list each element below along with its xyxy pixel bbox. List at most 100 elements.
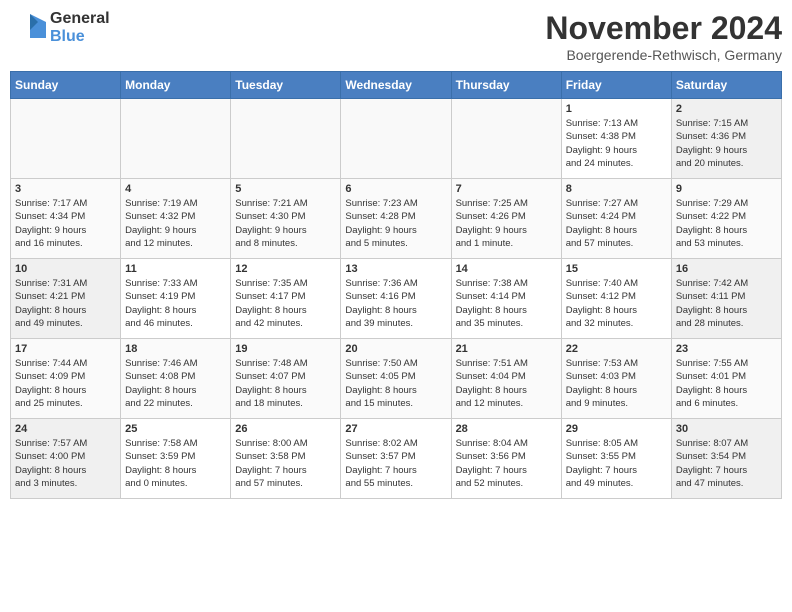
- day-number: 25: [125, 423, 226, 435]
- day-number: 23: [676, 343, 777, 355]
- week-row-3: 10Sunrise: 7:31 AM Sunset: 4:21 PM Dayli…: [11, 259, 782, 339]
- header-monday: Monday: [121, 72, 231, 99]
- day-info: Sunrise: 7:33 AM Sunset: 4:19 PM Dayligh…: [125, 277, 226, 330]
- day-number: 30: [676, 423, 777, 435]
- day-number: 6: [345, 183, 446, 195]
- day-number: 28: [456, 423, 557, 435]
- day-info: Sunrise: 7:19 AM Sunset: 4:32 PM Dayligh…: [125, 197, 226, 250]
- month-title: November 2024: [545, 10, 782, 47]
- day-info: Sunrise: 7:40 AM Sunset: 4:12 PM Dayligh…: [566, 277, 667, 330]
- calendar-cell: 21 Sunrise: 7:51 AM Sunset: 4:04 PM Dayli…: [451, 339, 561, 419]
- day-info: Sunrise: 7:44 AM Sunset: 4:09 PM Dayligh…: [15, 357, 116, 410]
- calendar-table: SundayMondayTuesdayWednesdayThursdayFrid…: [10, 71, 782, 499]
- header-row: SundayMondayTuesdayWednesdayThursdayFrid…: [11, 72, 782, 99]
- calendar-cell: [11, 99, 121, 179]
- day-number: 21: [456, 343, 557, 355]
- calendar-cell: 26 Sunrise: 8:00 AM Sunset: 3:58 PM Dayli…: [231, 419, 341, 499]
- calendar-cell: 27 Sunrise: 8:02 AM Sunset: 3:57 PM Dayli…: [341, 419, 451, 499]
- day-info: Sunrise: 8:00 AM Sunset: 3:58 PM Dayligh…: [235, 437, 336, 490]
- calendar-cell: 18Sunrise: 7:46 AM Sunset: 4:08 PM Dayli…: [121, 339, 231, 419]
- logo-general-text: General: [50, 10, 110, 28]
- day-info: Sunrise: 7:13 AM Sunset: 4:38 PM Dayligh…: [566, 117, 667, 170]
- day-number: 11: [125, 263, 226, 275]
- calendar-cell: [121, 99, 231, 179]
- day-number: 13: [345, 263, 446, 275]
- calendar-cell: 10Sunrise: 7:31 AM Sunset: 4:21 PM Dayli…: [11, 259, 121, 339]
- day-info: Sunrise: 7:17 AM Sunset: 4:34 PM Dayligh…: [15, 197, 116, 250]
- day-info: Sunrise: 7:51 AM Sunset: 4:04 PM Dayligh…: [456, 357, 557, 410]
- day-info: Sunrise: 7:55 AM Sunset: 4:01 PM Dayligh…: [676, 357, 777, 410]
- day-info: Sunrise: 7:29 AM Sunset: 4:22 PM Dayligh…: [676, 197, 777, 250]
- day-info: Sunrise: 7:23 AM Sunset: 4:28 PM Dayligh…: [345, 197, 446, 250]
- day-info: Sunrise: 7:58 AM Sunset: 3:59 PM Dayligh…: [125, 437, 226, 490]
- calendar-cell: 9 Sunrise: 7:29 AM Sunset: 4:22 PM Daylig…: [671, 179, 781, 259]
- calendar-cell: 17 Sunrise: 7:44 AM Sunset: 4:09 PM Dayli…: [11, 339, 121, 419]
- day-number: 29: [566, 423, 667, 435]
- calendar-cell: 8 Sunrise: 7:27 AM Sunset: 4:24 PM Daylig…: [561, 179, 671, 259]
- calendar-cell: 6 Sunrise: 7:23 AM Sunset: 4:28 PM Daylig…: [341, 179, 451, 259]
- header-sunday: Sunday: [11, 72, 121, 99]
- day-info: Sunrise: 8:05 AM Sunset: 3:55 PM Dayligh…: [566, 437, 667, 490]
- day-info: Sunrise: 7:38 AM Sunset: 4:14 PM Dayligh…: [456, 277, 557, 330]
- day-info: Sunrise: 7:27 AM Sunset: 4:24 PM Dayligh…: [566, 197, 667, 250]
- location-title: Boergerende-Rethwisch, Germany: [545, 47, 782, 63]
- day-number: 20: [345, 343, 446, 355]
- header: General Blue November 2024 Boergerende-R…: [10, 10, 782, 63]
- calendar-cell: 14 Sunrise: 7:38 AM Sunset: 4:14 PM Dayli…: [451, 259, 561, 339]
- day-number: 15: [566, 263, 667, 275]
- week-row-4: 17 Sunrise: 7:44 AM Sunset: 4:09 PM Dayli…: [11, 339, 782, 419]
- calendar-cell: 2 Sunrise: 7:15 AM Sunset: 4:36 PM Daylig…: [671, 99, 781, 179]
- calendar-cell: 19Sunrise: 7:48 AM Sunset: 4:07 PM Dayli…: [231, 339, 341, 419]
- calendar-cell: 24Sunrise: 7:57 AM Sunset: 4:00 PM Dayli…: [11, 419, 121, 499]
- calendar-cell: [231, 99, 341, 179]
- day-info: Sunrise: 7:53 AM Sunset: 4:03 PM Dayligh…: [566, 357, 667, 410]
- day-number: 10: [15, 263, 116, 275]
- day-number: 3: [15, 183, 116, 195]
- calendar-cell: 22Sunrise: 7:53 AM Sunset: 4:03 PM Dayli…: [561, 339, 671, 419]
- calendar-cell: 29 Sunrise: 8:05 AM Sunset: 3:55 PM Dayli…: [561, 419, 671, 499]
- day-info: Sunrise: 7:57 AM Sunset: 4:00 PM Dayligh…: [15, 437, 116, 490]
- calendar-cell: 25 Sunrise: 7:58 AM Sunset: 3:59 PM Dayli…: [121, 419, 231, 499]
- calendar-cell: 30Sunrise: 8:07 AM Sunset: 3:54 PM Dayli…: [671, 419, 781, 499]
- calendar-cell: 15 Sunrise: 7:40 AM Sunset: 4:12 PM Dayli…: [561, 259, 671, 339]
- logo-text: General Blue: [50, 10, 110, 45]
- calendar-cell: 12Sunrise: 7:35 AM Sunset: 4:17 PM Dayli…: [231, 259, 341, 339]
- calendar-cell: 7Sunrise: 7:25 AM Sunset: 4:26 PM Daylig…: [451, 179, 561, 259]
- day-number: 18: [125, 343, 226, 355]
- header-wednesday: Wednesday: [341, 72, 451, 99]
- day-info: Sunrise: 7:50 AM Sunset: 4:05 PM Dayligh…: [345, 357, 446, 410]
- calendar-cell: 11 Sunrise: 7:33 AM Sunset: 4:19 PM Dayli…: [121, 259, 231, 339]
- day-number: 26: [235, 423, 336, 435]
- day-number: 1: [566, 103, 667, 115]
- day-number: 27: [345, 423, 446, 435]
- day-number: 9: [676, 183, 777, 195]
- day-info: Sunrise: 7:21 AM Sunset: 4:30 PM Dayligh…: [235, 197, 336, 250]
- calendar-cell: 16Sunrise: 7:42 AM Sunset: 4:11 PM Dayli…: [671, 259, 781, 339]
- week-row-1: 1 Sunrise: 7:13 AM Sunset: 4:38 PM Daylig…: [11, 99, 782, 179]
- day-number: 17: [15, 343, 116, 355]
- calendar-cell: 23 Sunrise: 7:55 AM Sunset: 4:01 PM Dayli…: [671, 339, 781, 419]
- header-saturday: Saturday: [671, 72, 781, 99]
- header-tuesday: Tuesday: [231, 72, 341, 99]
- week-row-5: 24Sunrise: 7:57 AM Sunset: 4:00 PM Dayli…: [11, 419, 782, 499]
- day-info: Sunrise: 7:15 AM Sunset: 4:36 PM Dayligh…: [676, 117, 777, 170]
- day-number: 8: [566, 183, 667, 195]
- day-number: 2: [676, 103, 777, 115]
- header-thursday: Thursday: [451, 72, 561, 99]
- calendar-cell: [341, 99, 451, 179]
- day-number: 12: [235, 263, 336, 275]
- day-number: 5: [235, 183, 336, 195]
- day-info: Sunrise: 8:04 AM Sunset: 3:56 PM Dayligh…: [456, 437, 557, 490]
- title-area: November 2024 Boergerende-Rethwisch, Ger…: [545, 10, 782, 63]
- calendar-cell: 28 Sunrise: 8:04 AM Sunset: 3:56 PM Dayli…: [451, 419, 561, 499]
- day-number: 14: [456, 263, 557, 275]
- day-info: Sunrise: 8:02 AM Sunset: 3:57 PM Dayligh…: [345, 437, 446, 490]
- day-info: Sunrise: 7:42 AM Sunset: 4:11 PM Dayligh…: [676, 277, 777, 330]
- day-number: 19: [235, 343, 336, 355]
- calendar-cell: 20 Sunrise: 7:50 AM Sunset: 4:05 PM Dayli…: [341, 339, 451, 419]
- logo-blue-text: Blue: [50, 28, 110, 46]
- calendar-cell: 5 Sunrise: 7:21 AM Sunset: 4:30 PM Daylig…: [231, 179, 341, 259]
- header-friday: Friday: [561, 72, 671, 99]
- logo-icon: [10, 10, 46, 46]
- week-row-2: 3 Sunrise: 7:17 AM Sunset: 4:34 PM Daylig…: [11, 179, 782, 259]
